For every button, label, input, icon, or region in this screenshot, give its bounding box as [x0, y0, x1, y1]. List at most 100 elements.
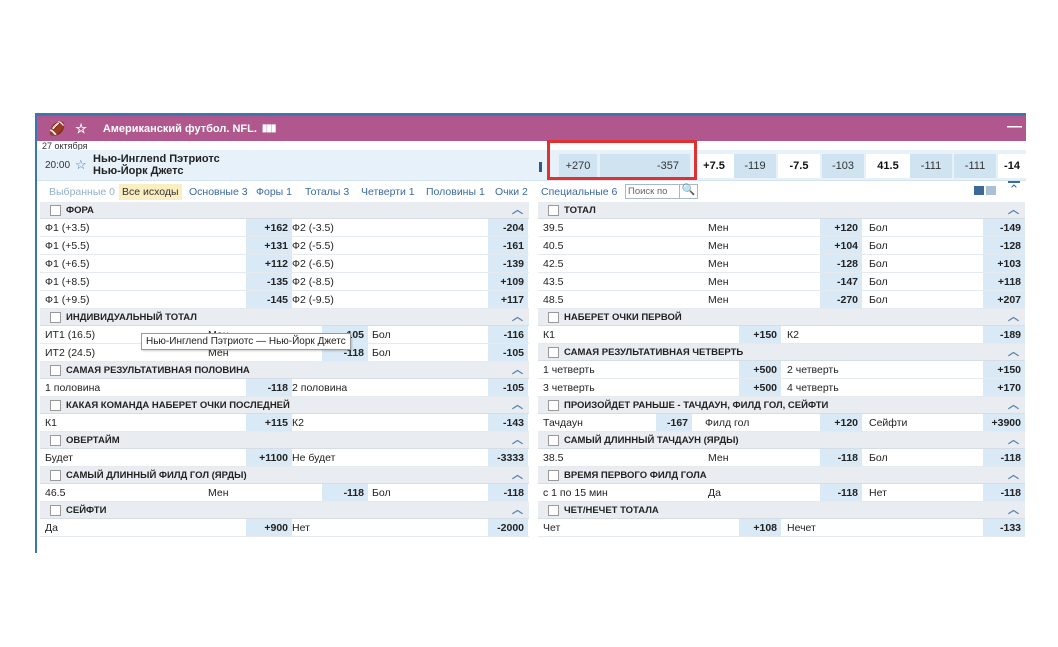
odds-value[interactable]: -118 [983, 449, 1025, 466]
odds-value[interactable]: -143 [488, 414, 528, 431]
tab-quarters[interactable]: Четверти 1 [358, 184, 418, 200]
odds-value[interactable]: -105 [488, 344, 528, 361]
odds-value[interactable]: +131 [246, 237, 292, 254]
odds-value[interactable]: +109 [488, 273, 528, 290]
chevron-up-icon[interactable]: ︿ [512, 432, 523, 449]
chevron-up-icon[interactable]: ︿ [1008, 467, 1019, 484]
market-checkbox[interactable] [548, 312, 559, 323]
tab-points[interactable]: Очки 2 [492, 184, 531, 200]
match-row[interactable]: 20:00 ☆ Нью-Инглend Пэтриотс Нью-Йорк Дж… [37, 150, 1026, 181]
odds-value[interactable]: +150 [983, 361, 1025, 378]
odds-value[interactable]: -118 [488, 484, 528, 501]
odds-value[interactable]: -135 [246, 273, 292, 290]
favorite-star-icon[interactable]: ☆ [75, 157, 87, 173]
odds-value[interactable]: +150 [739, 326, 781, 343]
market-header[interactable]: ОВЕРТАЙМ ︿ [40, 432, 529, 449]
collapse-all-icon[interactable]: ⌃ [1008, 181, 1020, 197]
grid-view-icon[interactable] [974, 186, 984, 195]
odds-value[interactable]: -204 [488, 219, 528, 236]
odds-value[interactable]: +500 [739, 379, 781, 396]
odds-value[interactable]: +118 [983, 273, 1025, 290]
tab-handicaps[interactable]: Форы 1 [253, 184, 295, 200]
search-icon[interactable]: 🔍 [679, 184, 697, 199]
odds-value[interactable]: +104 [820, 237, 862, 254]
odds-value[interactable]: +3900 [983, 414, 1025, 431]
market-header[interactable]: САМЫЙ ДЛИННЫЙ ФИЛД ГОЛ (ЯРДЫ) ︿ [40, 467, 529, 484]
chevron-up-icon[interactable]: ︿ [512, 362, 523, 379]
odds-value[interactable]: -167 [656, 414, 692, 431]
odds-value[interactable]: -147 [820, 273, 862, 290]
odds-value[interactable]: +162 [246, 219, 292, 236]
odds-value[interactable]: +170 [983, 379, 1025, 396]
odds-value[interactable]: +108 [739, 519, 781, 536]
market-checkbox[interactable] [548, 505, 559, 516]
market-header[interactable]: ИНДИВИДУАЛЬНЫЙ ТОТАЛ ︿ [40, 309, 529, 326]
odds-value[interactable]: -161 [488, 237, 528, 254]
odds-value[interactable]: +120 [820, 414, 862, 431]
odds-value[interactable]: -118 [820, 449, 862, 466]
market-checkbox[interactable] [50, 505, 61, 516]
odds-cell[interactable]: -111 [910, 154, 952, 178]
odds-value[interactable]: -116 [488, 326, 528, 343]
odds-value[interactable]: +1100 [246, 449, 292, 466]
tab-all[interactable]: Все исходы [119, 184, 182, 200]
chevron-up-icon[interactable]: ︿ [512, 397, 523, 414]
odds-value[interactable]: -149 [983, 219, 1025, 236]
chevron-up-icon[interactable]: ︿ [512, 309, 523, 326]
chevron-up-icon[interactable]: ︿ [1008, 344, 1019, 361]
chevron-up-icon[interactable]: ︿ [512, 202, 523, 219]
odds-value[interactable]: +115 [246, 414, 292, 431]
chevron-up-icon[interactable]: ︿ [1008, 397, 1019, 414]
market-header[interactable]: САМАЯ РЕЗУЛЬТАТИВНАЯ ПОЛОВИНА ︿ [40, 362, 529, 379]
odds-value[interactable]: -118 [983, 484, 1025, 501]
market-checkbox[interactable] [50, 470, 61, 481]
odds-value[interactable]: -133 [983, 519, 1025, 536]
market-header[interactable]: САМЫЙ ДЛИННЫЙ ТАЧДАУН (ЯРДЫ) ︿ [538, 432, 1025, 449]
chevron-up-icon[interactable]: ︿ [1008, 202, 1019, 219]
odds-value[interactable]: -2000 [488, 519, 528, 536]
odds-value[interactable]: -270 [820, 291, 862, 308]
market-checkbox[interactable] [548, 435, 559, 446]
market-checkbox[interactable] [50, 435, 61, 446]
market-checkbox[interactable] [50, 312, 61, 323]
market-header[interactable]: ВРЕМЯ ПЕРВОГО ФИЛД ГОЛА ︿ [538, 467, 1025, 484]
market-header[interactable]: САМАЯ РЕЗУЛЬТАТИВНАЯ ЧЕТВЕРТЬ ︿ [538, 344, 1025, 361]
odds-value[interactable]: +103 [983, 255, 1025, 272]
odds-value[interactable]: -118 [820, 484, 862, 501]
odds-cell[interactable]: -103 [822, 154, 864, 178]
market-header[interactable]: ФОРА ︿ [40, 202, 529, 219]
search-input[interactable]: Поиск по 🔍 [625, 184, 698, 199]
odds-cell[interactable]: -7.5 [778, 154, 820, 178]
tab-halves[interactable]: Половины 1 [423, 184, 488, 200]
market-header[interactable]: ТОТАЛ ︿ [538, 202, 1025, 219]
market-header[interactable]: КАКАЯ КОМАНДА НАБЕРЕТ ОЧКИ ПОСЛЕДНЕЙ ︿ [40, 397, 529, 414]
market-checkbox[interactable] [548, 400, 559, 411]
odds-cell[interactable]: +7.5 [694, 154, 734, 178]
odds-value[interactable]: +500 [739, 361, 781, 378]
star-icon[interactable]: ☆ [75, 121, 87, 137]
bar-chart-icon[interactable]: ▮▮▮ [262, 123, 276, 134]
list-view-icon[interactable] [986, 186, 996, 195]
market-checkbox[interactable] [50, 205, 61, 216]
tab-totals[interactable]: Тоталы 3 [302, 184, 352, 200]
odds-value[interactable]: +117 [488, 291, 528, 308]
odds-cell[interactable]: 41.5 [866, 154, 910, 178]
tab-main[interactable]: Основные 3 [186, 184, 251, 200]
chevron-up-icon[interactable]: ︿ [512, 502, 523, 519]
market-checkbox[interactable] [548, 347, 559, 358]
odds-value[interactable]: -128 [983, 237, 1025, 254]
odds-value[interactable]: -3333 [488, 449, 528, 466]
odds-value[interactable]: -118 [322, 484, 368, 501]
minimize-button[interactable]: — [1007, 118, 1022, 135]
odds-value[interactable]: -105 [488, 379, 528, 396]
odds-cell[interactable]: -14 [998, 154, 1026, 178]
odds-value[interactable]: +120 [820, 219, 862, 236]
odds-value[interactable]: -145 [246, 291, 292, 308]
market-header[interactable]: СЕЙФТИ ︿ [40, 502, 529, 519]
odds-cell[interactable]: -119 [734, 154, 776, 178]
market-checkbox[interactable] [548, 205, 559, 216]
chevron-up-icon[interactable]: ︿ [512, 467, 523, 484]
odds-value[interactable]: -118 [246, 379, 292, 396]
market-header[interactable]: ПРОИЗОЙДЕТ РАНЬШЕ - ТАЧДАУН, ФИЛД ГОЛ, С… [538, 397, 1025, 414]
odds-value[interactable]: +207 [983, 291, 1025, 308]
